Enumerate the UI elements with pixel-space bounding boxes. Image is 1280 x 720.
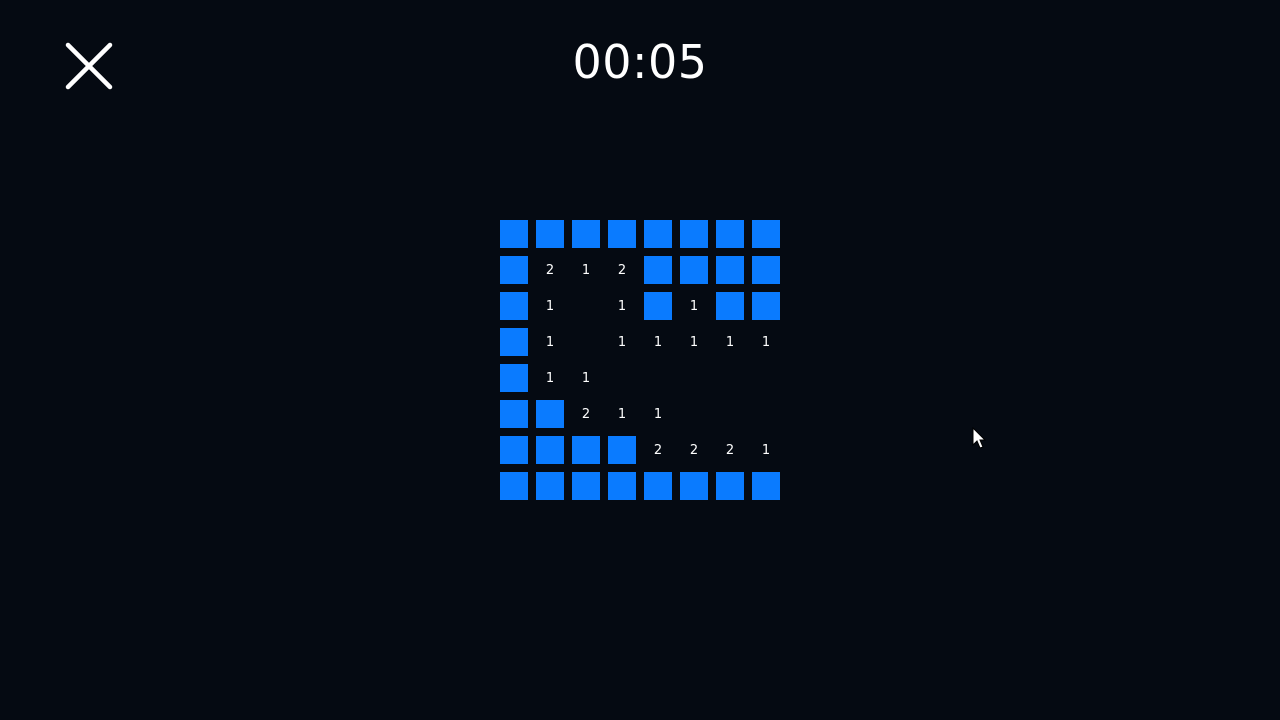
covered-cell[interactable] bbox=[608, 472, 636, 500]
revealed-cell bbox=[608, 364, 636, 392]
revealed-cell bbox=[644, 364, 672, 392]
revealed-cell bbox=[716, 400, 744, 428]
covered-cell[interactable] bbox=[752, 256, 780, 284]
covered-cell[interactable] bbox=[644, 472, 672, 500]
revealed-cell: 2 bbox=[617, 262, 627, 278]
covered-cell[interactable] bbox=[680, 472, 708, 500]
covered-cell[interactable] bbox=[752, 292, 780, 320]
revealed-cell: 1 bbox=[725, 334, 735, 350]
revealed-cell: 1 bbox=[689, 334, 699, 350]
covered-cell[interactable] bbox=[500, 436, 528, 464]
covered-cell[interactable] bbox=[644, 220, 672, 248]
covered-cell[interactable] bbox=[680, 256, 708, 284]
covered-cell[interactable] bbox=[572, 220, 600, 248]
revealed-cell: 1 bbox=[689, 298, 699, 314]
revealed-cell: 1 bbox=[545, 370, 555, 386]
covered-cell[interactable] bbox=[500, 472, 528, 500]
covered-cell[interactable] bbox=[572, 472, 600, 500]
revealed-cell: 1 bbox=[545, 298, 555, 314]
revealed-cell: 1 bbox=[653, 334, 663, 350]
covered-cell[interactable] bbox=[716, 256, 744, 284]
revealed-cell: 1 bbox=[581, 262, 591, 278]
mouse-cursor-icon bbox=[972, 427, 987, 449]
covered-cell[interactable] bbox=[536, 472, 564, 500]
covered-cell[interactable] bbox=[536, 436, 564, 464]
revealed-cell: 1 bbox=[545, 334, 555, 350]
covered-cell[interactable] bbox=[644, 256, 672, 284]
revealed-cell: 1 bbox=[617, 406, 627, 422]
revealed-cell: 2 bbox=[689, 442, 699, 458]
revealed-cell: 1 bbox=[617, 334, 627, 350]
covered-cell[interactable] bbox=[572, 436, 600, 464]
covered-cell[interactable] bbox=[608, 220, 636, 248]
covered-cell[interactable] bbox=[500, 292, 528, 320]
revealed-cell: 1 bbox=[581, 370, 591, 386]
covered-cell[interactable] bbox=[752, 472, 780, 500]
revealed-cell: 1 bbox=[617, 298, 627, 314]
close-icon bbox=[65, 42, 113, 90]
covered-cell[interactable] bbox=[500, 328, 528, 356]
covered-cell[interactable] bbox=[752, 220, 780, 248]
revealed-cell bbox=[680, 400, 708, 428]
revealed-cell bbox=[716, 364, 744, 392]
revealed-cell: 1 bbox=[653, 406, 663, 422]
game-board: 2 1 2 1 1 1 1 1 1 1 1 1 1 1 2 1 1 2 2 2 1 bbox=[500, 220, 780, 500]
covered-cell[interactable] bbox=[716, 472, 744, 500]
covered-cell[interactable] bbox=[500, 256, 528, 284]
revealed-cell: 1 bbox=[761, 334, 771, 350]
revealed-cell bbox=[752, 400, 780, 428]
revealed-cell: 2 bbox=[653, 442, 663, 458]
revealed-cell: 2 bbox=[545, 262, 555, 278]
covered-cell[interactable] bbox=[500, 364, 528, 392]
covered-cell[interactable] bbox=[680, 220, 708, 248]
game-timer: 00:05 bbox=[572, 35, 708, 89]
revealed-cell bbox=[572, 328, 600, 356]
revealed-cell bbox=[752, 364, 780, 392]
covered-cell[interactable] bbox=[500, 400, 528, 428]
covered-cell[interactable] bbox=[536, 400, 564, 428]
covered-cell[interactable] bbox=[716, 292, 744, 320]
revealed-cell bbox=[680, 364, 708, 392]
revealed-cell: 2 bbox=[725, 442, 735, 458]
close-button[interactable] bbox=[62, 40, 116, 92]
revealed-cell bbox=[572, 292, 600, 320]
minesweeper-screen: 00:05 2 1 2 1 1 1 1 1 1 1 1 1 1 1 2 1 1 2 2 2 1 bbox=[0, 0, 1280, 720]
revealed-cell: 1 bbox=[761, 442, 771, 458]
covered-cell[interactable] bbox=[608, 436, 636, 464]
revealed-cell: 2 bbox=[581, 406, 591, 422]
covered-cell[interactable] bbox=[500, 220, 528, 248]
covered-cell[interactable] bbox=[536, 220, 564, 248]
covered-cell[interactable] bbox=[716, 220, 744, 248]
covered-cell[interactable] bbox=[644, 292, 672, 320]
